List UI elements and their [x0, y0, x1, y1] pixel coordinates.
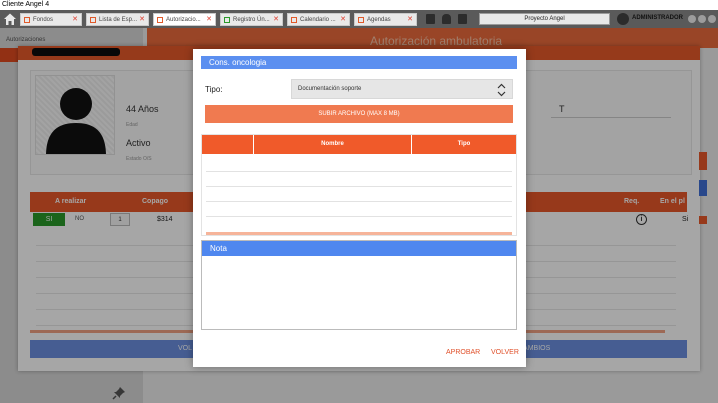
maximize-icon[interactable]: [698, 15, 706, 23]
tab-icon: [24, 17, 30, 23]
tab-calendario[interactable]: Calendario ... ✕: [287, 13, 350, 26]
user-icon[interactable]: [617, 13, 629, 25]
close-icon[interactable]: ✕: [139, 14, 145, 25]
approve-button[interactable]: APROBAR: [446, 349, 480, 356]
close-icon[interactable]: ✕: [206, 14, 212, 25]
minimize-icon[interactable]: [688, 15, 696, 23]
tipo-select[interactable]: Documentación soporte: [291, 79, 513, 99]
notes-icon[interactable]: [426, 14, 435, 24]
note-textarea[interactable]: [202, 256, 516, 329]
tab-icon: [157, 17, 163, 23]
files-table-header: Nombre Tipo: [202, 135, 516, 154]
close-icon[interactable]: ✕: [340, 14, 346, 25]
chevron-updown-icon: [497, 83, 506, 97]
lock-icon[interactable]: [458, 14, 467, 24]
col-nombre: Nombre: [254, 135, 412, 154]
top-bar: Fondos ✕ Lista de Esp... ✕ Autorizacio..…: [0, 10, 718, 28]
files-table: Nombre Tipo: [201, 134, 517, 236]
files-table-body: [206, 157, 512, 231]
horizontal-scrollbar[interactable]: [206, 232, 512, 235]
note-header: Nota: [202, 241, 516, 256]
close-icon[interactable]: ✕: [72, 14, 78, 25]
close-icon[interactable]: ✕: [273, 14, 279, 25]
col-actions: [202, 135, 254, 154]
tab-autorizacion[interactable]: Autorizacio... ✕: [153, 13, 216, 26]
tab-lista-espera[interactable]: Lista de Esp... ✕: [86, 13, 149, 26]
tab-fondos[interactable]: Fondos ✕: [20, 13, 82, 26]
tab-icon: [358, 17, 364, 23]
close-icon[interactable]: ✕: [407, 14, 413, 25]
home-icon[interactable]: [3, 12, 17, 26]
tab-icon: [90, 17, 96, 23]
close-window-icon[interactable]: [708, 15, 716, 23]
back-button[interactable]: VOLVER: [491, 349, 519, 356]
tipo-selected-value: Documentación soporte: [298, 86, 362, 92]
bell-icon[interactable]: [442, 14, 451, 24]
tipo-label: Tipo:: [205, 85, 223, 94]
note-title: Nota: [210, 244, 227, 253]
note-section: Nota: [201, 240, 517, 330]
tab-agendas[interactable]: Agendas ✕: [354, 13, 417, 26]
dialog-header: Cons. oncologia: [201, 56, 517, 69]
user-name: ADMINISTRADOR: [632, 15, 683, 21]
tab-registro-unico[interactable]: Registro Ún... ✕: [220, 13, 283, 26]
window-title: Cliente Angel 4: [0, 0, 718, 10]
project-selector[interactable]: Proyecto Angel: [479, 13, 610, 25]
tab-icon: [224, 17, 230, 23]
col-tipo: Tipo: [457, 141, 471, 147]
upload-dialog: Cons. oncologia Tipo: Documentación sopo…: [193, 49, 526, 367]
dialog-title: Cons. oncologia: [209, 58, 267, 67]
tab-icon: [291, 17, 297, 23]
upload-file-button[interactable]: SUBIR ARCHIVO (MAX 8 MB): [205, 105, 513, 123]
